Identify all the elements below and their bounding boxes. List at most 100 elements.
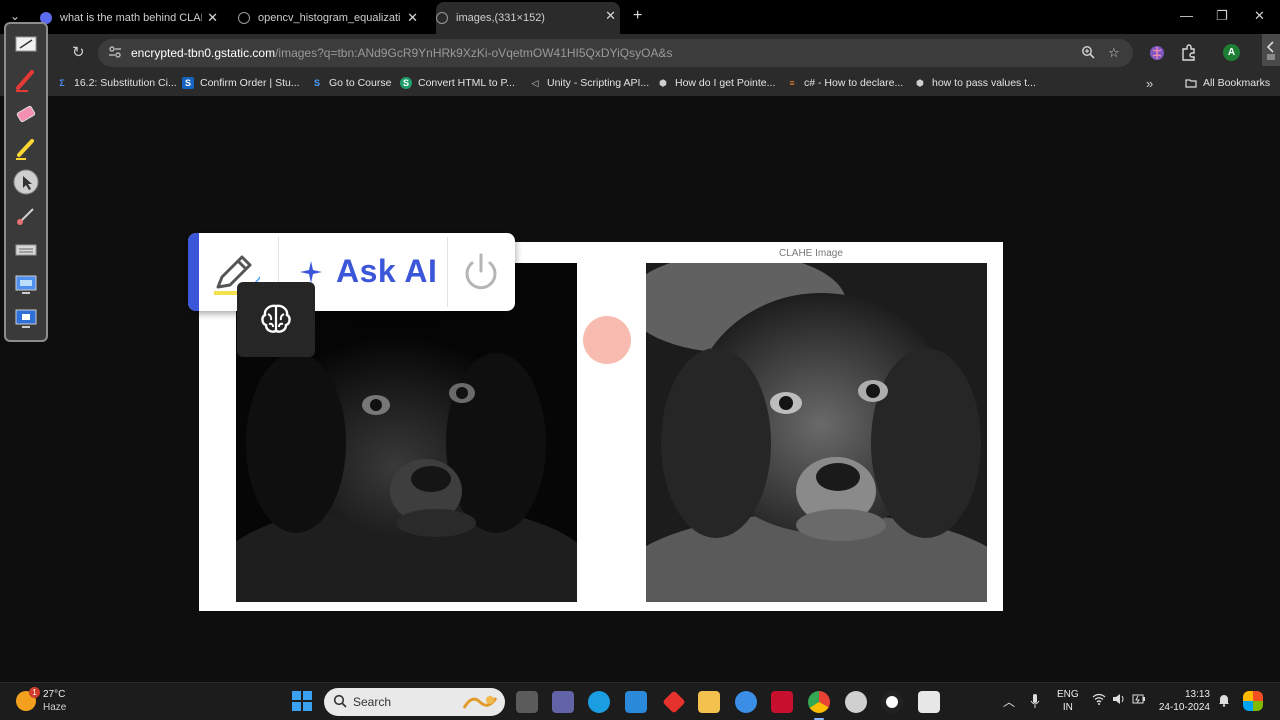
python-icon[interactable] <box>735 691 757 713</box>
bookmark-label: All Bookmarks <box>1203 77 1271 89</box>
extensions-puzzle-icon[interactable] <box>1180 44 1198 62</box>
eraser-icon[interactable] <box>12 100 40 128</box>
tab-opencv-histogram[interactable]: opencv_histogram_equalization ✕ <box>238 4 422 32</box>
bookmark-item[interactable]: S Go to Course <box>311 77 391 89</box>
search-icon <box>333 694 347 708</box>
profile-avatar[interactable]: A <box>1223 44 1240 61</box>
side-panel-handle[interactable] <box>1262 34 1280 66</box>
bookmark-label: Confirm Order | Stu... <box>200 77 300 89</box>
notification-bell-icon[interactable] <box>1218 693 1230 710</box>
bookmark-label: How do I get Pointe... <box>675 77 776 89</box>
store-icon[interactable] <box>625 691 647 713</box>
all-bookmarks-button[interactable]: All Bookmarks <box>1185 77 1270 89</box>
tab-title: images,(331×152) <box>456 12 545 24</box>
mcafee-icon[interactable] <box>771 691 793 713</box>
highlighter-icon[interactable] <box>12 134 40 162</box>
widget-divider <box>447 237 448 307</box>
reload-icon[interactable]: ↻ <box>72 43 85 61</box>
teams-icon[interactable] <box>552 691 574 713</box>
tab-strip: ⌄ what is the math behind CLAHE ✕ opencv… <box>0 0 1280 34</box>
keyboard-icon[interactable] <box>12 236 40 264</box>
tab-clahe-question[interactable]: what is the math behind CLAHE ✕ <box>40 4 222 32</box>
bookmark-item[interactable]: ≡ c# - How to declare... <box>786 77 903 89</box>
unity-logo-icon: ⬢ <box>916 78 924 88</box>
weather-condition[interactable]: Haze <box>43 702 66 713</box>
bookmark-item[interactable]: ⬢ how to pass values t... <box>914 77 1036 89</box>
cursor-highlight <box>583 316 631 364</box>
chrome-icon[interactable] <box>808 691 830 713</box>
tray-overflow-icon[interactable]: ︿ <box>1003 693 1015 710</box>
unity-icon: ◁ <box>531 78 539 88</box>
convert-icon: S <box>400 77 412 89</box>
edge-icon[interactable] <box>588 691 610 713</box>
microphone-icon[interactable] <box>1030 693 1040 712</box>
restore-button[interactable]: ❐ <box>1216 8 1228 24</box>
windows-taskbar: 1 27°C Haze Search ︿ ENG IN 13:13 24-10-… <box>0 682 1280 720</box>
bookmark-label: Convert HTML to P... <box>418 77 515 89</box>
windows-logo-icon <box>292 691 301 700</box>
annotation-toolbar <box>4 22 48 342</box>
site-info-icon[interactable] <box>108 45 122 59</box>
tab-images[interactable]: images,(331×152) ✕ <box>436 2 620 34</box>
bookmark-item[interactable]: ⬢ How do I get Pointe... <box>657 77 775 89</box>
dollar-icon: S <box>313 78 320 88</box>
start-button[interactable] <box>292 691 312 711</box>
stackoverflow-icon: ≡ <box>789 78 795 88</box>
diamond-app-icon[interactable] <box>662 690 686 714</box>
unity-logo-icon: ⬢ <box>659 78 667 88</box>
close-tab-icon[interactable]: ✕ <box>605 8 616 24</box>
sigma-icon: Σ <box>59 78 65 88</box>
bookmarks-overflow-button[interactable]: » <box>1146 76 1153 91</box>
close-tab-icon[interactable]: ✕ <box>207 10 218 26</box>
folder-icon[interactable] <box>698 691 720 713</box>
bookmarks-bar: Σ 16.2: Substitution Ci... S Confirm Ord… <box>0 72 1280 96</box>
bookmark-item[interactable]: S Convert HTML to P... <box>400 77 515 89</box>
bookmark-label: Unity - Scripting API... <box>547 77 650 89</box>
task-view-icon[interactable] <box>516 691 538 713</box>
red-pen-icon[interactable] <box>12 66 40 94</box>
weather-badge: 1 <box>29 687 40 698</box>
url-text[interactable]: encrypted-tbn0.gstatic.com/images?q=tbn:… <box>131 46 672 60</box>
address-bar[interactable]: encrypted-tbn0.gstatic.com/images?q=tbn:… <box>98 39 1133 67</box>
page-viewport: CLAHE Image <box>0 96 1280 682</box>
globe-icon <box>436 12 448 24</box>
search-placeholder: Search <box>353 695 392 709</box>
taskbar-search-box[interactable]: Search <box>324 688 505 716</box>
clahe-dog-photo <box>646 263 987 602</box>
close-window-button[interactable]: ✕ <box>1254 8 1265 24</box>
wifi-icon[interactable] <box>1092 693 1106 708</box>
bookmark-label: c# - How to declare... <box>804 77 904 89</box>
minimize-button[interactable]: — <box>1180 8 1193 23</box>
weather-temperature[interactable]: 27°C <box>43 689 65 700</box>
brain-ai-button[interactable] <box>237 282 315 357</box>
bookmark-item[interactable]: S Confirm Order | Stu... <box>182 77 300 89</box>
battery-icon[interactable] <box>1132 693 1146 708</box>
bookmark-label: Go to Course <box>329 77 392 89</box>
bookmark-label: 16.2: Substitution Ci... <box>74 77 177 89</box>
new-tab-button[interactable]: + <box>633 7 642 25</box>
screen-capture-icon[interactable] <box>12 270 40 298</box>
volume-icon[interactable] <box>1112 693 1126 708</box>
extension-brain-icon[interactable] <box>1148 44 1166 62</box>
bookmark-item[interactable]: ◁ Unity - Scripting API... <box>529 77 650 89</box>
clock-app-icon[interactable] <box>845 691 867 713</box>
power-icon[interactable] <box>462 251 500 291</box>
cursor-select-icon[interactable] <box>12 168 40 196</box>
record-icon[interactable] <box>881 691 903 713</box>
language-indicator[interactable]: ENG IN <box>1057 688 1079 714</box>
ask-ai-label[interactable]: Ask AI <box>336 253 437 290</box>
close-tab-icon[interactable]: ✕ <box>407 10 418 26</box>
brush-icon[interactable] <box>12 202 40 230</box>
system-clock[interactable]: 13:13 24-10-2024 <box>1158 688 1210 714</box>
bookmark-star-icon[interactable]: ☆ <box>1108 45 1120 61</box>
bookmark-doc-icon: S <box>182 77 194 89</box>
tab-title: opencv_histogram_equalization <box>258 12 400 24</box>
ask-ai-accent-bar <box>188 233 199 311</box>
monitor-icon[interactable] <box>12 304 40 332</box>
folder-icon <box>1185 77 1197 89</box>
snipping-icon[interactable] <box>918 691 940 713</box>
whiteboard-icon[interactable] <box>12 30 40 58</box>
zoom-icon[interactable] <box>1081 45 1095 62</box>
bookmark-item[interactable]: Σ 16.2: Substitution Ci... <box>56 77 177 89</box>
copilot-icon[interactable] <box>1243 691 1263 711</box>
